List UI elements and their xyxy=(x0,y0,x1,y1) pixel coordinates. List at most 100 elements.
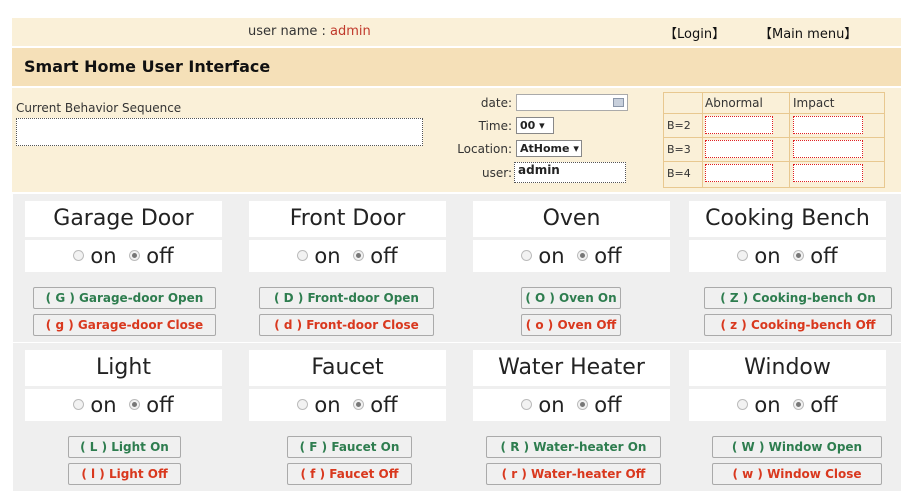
radio-on[interactable] xyxy=(737,398,749,410)
cooking-bench-on-button[interactable]: ( Z ) Cooking-bench On xyxy=(704,287,892,309)
time-label: Time: xyxy=(478,119,512,133)
impact-cell-b3[interactable] xyxy=(793,140,863,158)
radio-on-label: on xyxy=(90,393,117,417)
radio-on-label: on xyxy=(754,393,781,417)
abnormal-cell-b3[interactable] xyxy=(705,140,773,158)
table-divider xyxy=(664,137,884,138)
device-card-front-door: Front Door on off ( D ) Front-door Open … xyxy=(237,194,461,342)
radio-on-label: on xyxy=(538,393,565,417)
faucet-on-button[interactable]: ( F ) Faucet On xyxy=(287,436,412,458)
device-name: Cooking Bench xyxy=(689,201,886,237)
device-card-oven: Oven on off ( O ) Oven On ( o ) Oven Off xyxy=(461,194,685,342)
main-menu-link[interactable]: 【Main menu】 xyxy=(759,23,857,42)
calendar-icon[interactable] xyxy=(613,98,624,107)
info-panel: Current Behavior Sequence date: Time: 00… xyxy=(12,88,901,192)
radio-off-label: off xyxy=(370,244,398,268)
user-input[interactable]: admin xyxy=(514,162,626,183)
oven-on-button[interactable]: ( O ) Oven On xyxy=(521,287,621,309)
b-table: Abnormal Impact B=2 B=3 B=4 xyxy=(663,92,885,188)
device-card-window: Window on off ( W ) Window Open ( w ) Wi… xyxy=(677,343,901,491)
radio-on[interactable] xyxy=(737,249,749,261)
abnormal-cell-b4[interactable] xyxy=(705,164,773,182)
radio-off-label: off xyxy=(146,393,174,417)
garage-door-open-button[interactable]: ( G ) Garage-door Open xyxy=(33,287,216,309)
radio-on[interactable] xyxy=(297,249,309,261)
radio-off-label: off xyxy=(810,244,838,268)
radio-off[interactable] xyxy=(793,398,805,410)
water-heater-on-button[interactable]: ( R ) Water-heater On xyxy=(486,436,661,458)
radio-on[interactable] xyxy=(73,398,85,410)
chevron-down-icon: ▾ xyxy=(573,142,579,155)
user-label: user: xyxy=(481,166,512,180)
cooking-bench-off-button[interactable]: ( z ) Cooking-bench Off xyxy=(704,314,892,336)
page-title: Smart Home User Interface xyxy=(24,57,271,76)
window-close-button[interactable]: ( w ) Window Close xyxy=(712,463,882,485)
device-state-radios: on off xyxy=(689,240,886,272)
device-card-water-heater: Water Heater on off ( R ) Water-heater O… xyxy=(461,343,685,491)
device-name: Light xyxy=(25,350,222,386)
radio-on[interactable] xyxy=(297,398,309,410)
device-card-cooking-bench: Cooking Bench on off ( Z ) Cooking-bench… xyxy=(677,194,901,342)
device-name: Garage Door xyxy=(25,201,222,237)
title-bar: Smart Home User Interface xyxy=(12,48,901,86)
b-row-label: B=2 xyxy=(667,119,691,132)
radio-on-label: on xyxy=(754,244,781,268)
impact-cell-b2[interactable] xyxy=(793,116,863,134)
device-card-garage-door: Garage Door on off ( G ) Garage-door Ope… xyxy=(13,194,237,342)
time-select[interactable]: 00 ▾ xyxy=(516,117,554,134)
user-name-label: user name : xyxy=(248,24,330,39)
b-row-label: B=3 xyxy=(667,143,691,156)
device-card-light: Light on off ( L ) Light On ( l ) Light … xyxy=(13,343,237,491)
device-state-radios: on off xyxy=(689,389,886,421)
radio-off[interactable] xyxy=(577,249,589,261)
device-name: Oven xyxy=(473,201,670,237)
radio-on-label: on xyxy=(314,244,341,268)
front-door-close-button[interactable]: ( d ) Front-door Close xyxy=(259,314,434,336)
garage-door-close-button[interactable]: ( g ) Garage-door Close xyxy=(33,314,216,336)
radio-off[interactable] xyxy=(577,398,589,410)
behavior-sequence-label: Current Behavior Sequence xyxy=(16,101,182,115)
radio-off-label: off xyxy=(594,393,622,417)
radio-off[interactable] xyxy=(793,249,805,261)
device-state-radios: on off xyxy=(25,389,222,421)
light-off-button[interactable]: ( l ) Light Off xyxy=(68,463,181,485)
user-name-display: user name : admin xyxy=(248,24,371,39)
front-door-open-button[interactable]: ( D ) Front-door Open xyxy=(259,287,434,309)
radio-on[interactable] xyxy=(521,249,533,261)
radio-off[interactable] xyxy=(353,249,365,261)
location-select[interactable]: AtHome ▾ xyxy=(516,140,582,157)
window-open-button[interactable]: ( W ) Window Open xyxy=(712,436,882,458)
device-state-radios: on off xyxy=(473,389,670,421)
radio-on[interactable] xyxy=(73,249,85,261)
abnormal-cell-b2[interactable] xyxy=(705,116,773,134)
device-name: Front Door xyxy=(249,201,446,237)
radio-off[interactable] xyxy=(129,249,141,261)
location-value: AtHome xyxy=(520,142,570,155)
user-name-value: admin xyxy=(330,24,371,39)
behavior-sequence-input[interactable] xyxy=(16,118,423,146)
impact-cell-b4[interactable] xyxy=(793,164,863,182)
radio-off[interactable] xyxy=(129,398,141,410)
impact-header: Impact xyxy=(793,96,835,110)
radio-on-label: on xyxy=(538,244,565,268)
date-label: date: xyxy=(480,96,512,110)
light-on-button[interactable]: ( L ) Light On xyxy=(68,436,181,458)
radio-off-label: off xyxy=(370,393,398,417)
table-divider xyxy=(664,161,884,162)
chevron-down-icon: ▾ xyxy=(539,119,545,132)
radio-off[interactable] xyxy=(353,398,365,410)
oven-off-button[interactable]: ( o ) Oven Off xyxy=(521,314,621,336)
faucet-off-button[interactable]: ( f ) Faucet Off xyxy=(287,463,412,485)
radio-on-label: on xyxy=(90,244,117,268)
device-name: Faucet xyxy=(249,350,446,386)
table-divider xyxy=(702,93,703,187)
radio-on[interactable] xyxy=(521,398,533,410)
radio-off-label: off xyxy=(810,393,838,417)
device-name: Water Heater xyxy=(473,350,670,386)
water-heater-off-button[interactable]: ( r ) Water-heater Off xyxy=(486,463,661,485)
table-divider xyxy=(789,93,790,187)
date-input[interactable] xyxy=(516,94,628,111)
radio-off-label: off xyxy=(594,244,622,268)
login-link[interactable]: 【Login】 xyxy=(664,23,725,42)
device-state-radios: on off xyxy=(25,240,222,272)
